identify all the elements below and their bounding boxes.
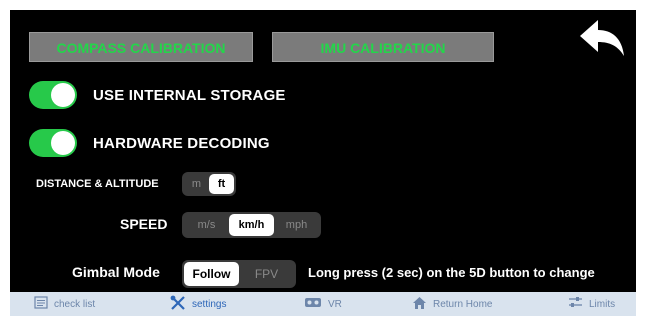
sliders-icon	[568, 296, 583, 312]
compass-calibration-button[interactable]: COMPASS CALIBRATION	[29, 32, 253, 62]
bottom-tab-bar: check list settings VR Return Home Limit…	[10, 292, 636, 316]
home-icon	[412, 296, 427, 313]
speed-label: SPEED	[120, 216, 168, 232]
distance-altitude-label: DISTANCE & ALTITUDE	[36, 178, 159, 190]
hardware-decoding-label: HARDWARE DECODING	[93, 134, 270, 152]
settings-screen: COMPASS CALIBRATION IMU CALIBRATION USE …	[10, 10, 636, 300]
gimbal-mode-label: Gimbal Mode	[72, 264, 160, 280]
wrench-screwdriver-icon	[170, 295, 186, 314]
tab-settings[interactable]: settings	[170, 292, 226, 316]
gimbal-option-fpv[interactable]: FPV	[239, 262, 294, 286]
toggle-knob	[51, 131, 75, 155]
unit-option-m[interactable]: m	[184, 174, 209, 194]
tab-limits-label: Limits	[589, 298, 616, 310]
gimbal-mode-selector: Follow FPV	[182, 260, 296, 288]
gimbal-hint-text: Long press (2 sec) on the 5D button to c…	[308, 265, 595, 280]
checklist-icon	[34, 296, 48, 312]
vr-goggles-icon	[304, 297, 322, 311]
speed-unit-selector: m/s km/h mph	[182, 212, 321, 238]
internal-storage-row: USE INTERNAL STORAGE	[29, 81, 286, 109]
speed-option-ms[interactable]: m/s	[184, 214, 229, 236]
tab-settings-label: settings	[192, 298, 227, 310]
speed-option-mph[interactable]: mph	[274, 214, 319, 236]
internal-storage-toggle[interactable]	[29, 81, 77, 109]
toggle-knob	[51, 83, 75, 107]
hardware-decoding-row: HARDWARE DECODING	[29, 129, 270, 157]
gimbal-option-follow[interactable]: Follow	[184, 262, 239, 286]
back-arrow-icon[interactable]	[576, 18, 628, 62]
tab-check-list[interactable]: check list	[34, 292, 95, 316]
tab-return-home[interactable]: Return Home	[412, 292, 492, 316]
speed-option-kmh[interactable]: km/h	[229, 214, 274, 236]
tab-limits[interactable]: Limits	[568, 292, 615, 316]
tab-vr-label: VR	[328, 298, 342, 310]
tab-vr[interactable]: VR	[304, 292, 342, 316]
imu-calibration-button[interactable]: IMU CALIBRATION	[272, 32, 494, 62]
internal-storage-label: USE INTERNAL STORAGE	[93, 86, 286, 104]
tab-check-list-label: check list	[54, 298, 96, 310]
tab-return-home-label: Return Home	[433, 298, 493, 310]
unit-option-ft[interactable]: ft	[209, 174, 234, 194]
distance-unit-selector: m ft	[182, 172, 236, 196]
hardware-decoding-toggle[interactable]	[29, 129, 77, 157]
